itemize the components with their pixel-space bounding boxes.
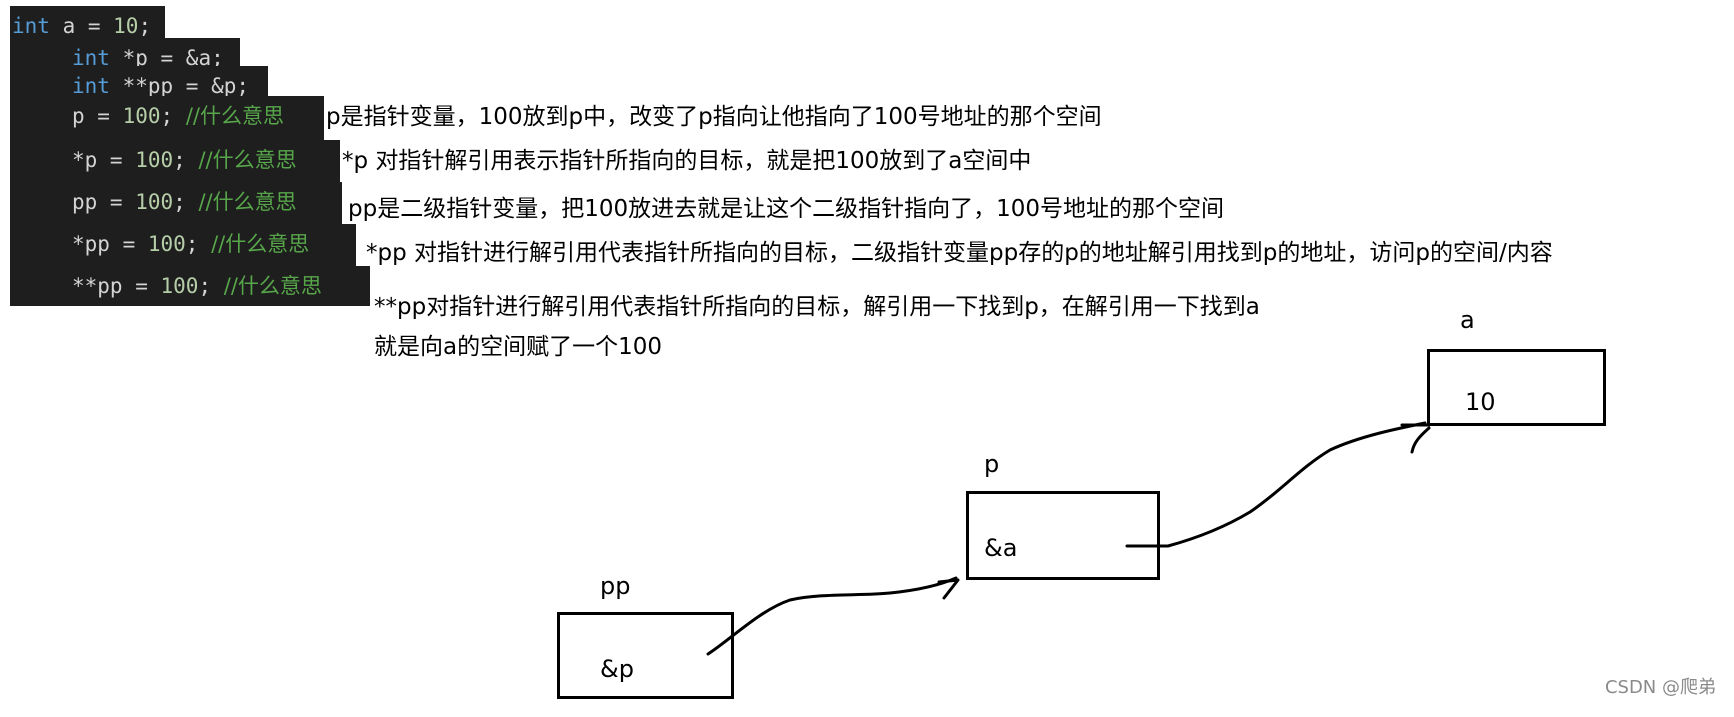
arrows-layer — [706, 421, 1431, 656]
arrow-p-to-a — [1125, 421, 1427, 548]
arrowhead-p-to-a-icon — [1400, 423, 1431, 454]
arrow-pp-to-p — [706, 576, 958, 656]
arrowhead-pp-to-p-icon — [937, 578, 960, 600]
watermark: CSDN @爬弟 — [1604, 677, 1716, 698]
